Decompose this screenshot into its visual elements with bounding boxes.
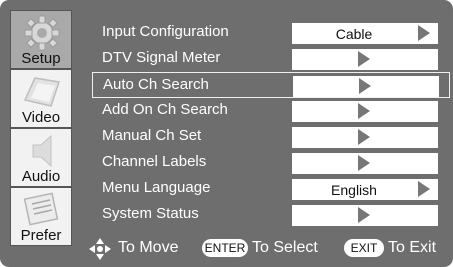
- menu-item-label: Menu Language: [102, 179, 211, 196]
- menu-language-value: English: [331, 182, 377, 198]
- tab-setup-label: Setup: [21, 50, 61, 67]
- arrow-right-icon: [358, 207, 370, 223]
- menu-item-manual-ch-set[interactable]: Manual Ch Set: [92, 124, 450, 150]
- dpad-arrows-icon: [89, 238, 111, 260]
- tab-video-label: Video: [21, 109, 61, 126]
- exit-key-badge: EXIT: [344, 239, 384, 257]
- menu-item-label: Add On Ch Search: [102, 101, 228, 118]
- tab-audio-label: Audio: [21, 168, 61, 185]
- preferences-icon: [23, 192, 59, 226]
- sidebar: Setup Video Audio Prefer: [10, 10, 72, 267]
- menu-item-label: DTV Signal Meter: [102, 49, 221, 66]
- channel-labels-enter[interactable]: [292, 153, 438, 174]
- input-configuration-select[interactable]: Cable: [292, 23, 438, 44]
- speaker-icon: [32, 134, 52, 168]
- menu-item-label: Auto Ch Search: [103, 76, 209, 93]
- menu-item-label: Input Configuration: [102, 23, 229, 40]
- menu-language-select[interactable]: English: [292, 179, 438, 200]
- tab-prefer-label: Prefer: [20, 227, 62, 244]
- footer-select-text: To Select: [252, 239, 318, 256]
- auto-ch-search-enter[interactable]: [293, 76, 439, 97]
- menu-item-channel-labels[interactable]: Channel Labels: [92, 150, 450, 176]
- menu-item-label: Channel Labels: [102, 153, 207, 170]
- enter-key-badge: ENTER: [202, 239, 248, 257]
- arrow-right-icon: [358, 51, 370, 67]
- menu-item-dtv-signal-meter[interactable]: DTV Signal Meter: [92, 46, 450, 72]
- tab-audio[interactable]: Audio: [10, 128, 72, 187]
- system-status-enter[interactable]: [292, 205, 438, 226]
- menu-item-input-configuration[interactable]: Input Configuration Cable: [92, 20, 450, 46]
- menu-item-menu-language[interactable]: Menu Language English: [92, 176, 450, 202]
- gear-icon: [24, 15, 60, 51]
- tv-setup-menu: Setup Video Audio Prefer Input Configura…: [0, 0, 453, 267]
- arrow-right-icon: [358, 129, 370, 145]
- arrow-right-icon: [418, 181, 430, 197]
- footer-move-text: To Move: [118, 239, 179, 256]
- footer-exit-text: To Exit: [388, 239, 437, 256]
- arrow-right-icon: [418, 25, 430, 41]
- dtv-signal-meter-enter[interactable]: [292, 49, 438, 70]
- tab-setup[interactable]: Setup: [10, 10, 72, 69]
- arrow-right-icon: [358, 103, 370, 119]
- manual-ch-set-enter[interactable]: [292, 127, 438, 148]
- input-configuration-value: Cable: [335, 26, 373, 42]
- menu-item-label: Manual Ch Set: [102, 127, 202, 144]
- menu-item-system-status[interactable]: System Status: [92, 202, 450, 228]
- tv-screen-icon: [23, 77, 60, 107]
- arrow-right-icon: [359, 78, 371, 94]
- menu-item-label: System Status: [102, 205, 199, 222]
- footer-hints: To Move ENTER To Select EXIT To Exit: [88, 237, 450, 261]
- menu-item-auto-ch-search[interactable]: Auto Ch Search: [92, 72, 450, 98]
- menu-item-add-on-ch-search[interactable]: Add On Ch Search: [92, 98, 450, 124]
- tab-prefer[interactable]: Prefer: [10, 187, 72, 246]
- arrow-right-icon: [358, 155, 370, 171]
- add-on-ch-search-enter[interactable]: [292, 101, 438, 122]
- tab-video[interactable]: Video: [10, 69, 72, 128]
